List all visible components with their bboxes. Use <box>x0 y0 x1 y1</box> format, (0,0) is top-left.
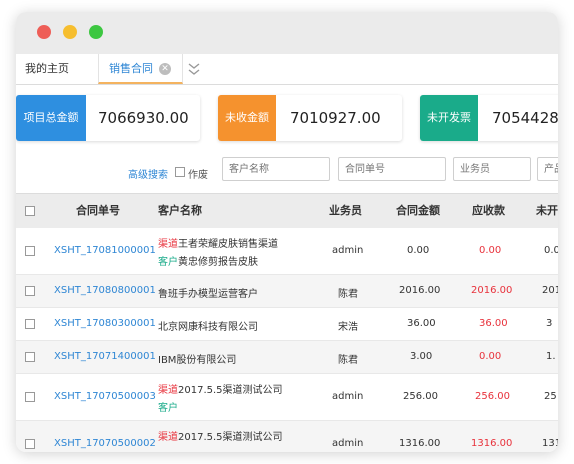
customer-line-2: 客户 <box>158 399 178 414</box>
amount-cell: 1316.00 <box>399 438 441 449</box>
stat-value: 7054428.0 <box>492 109 558 127</box>
receivable-cell: 0.00 <box>479 245 502 256</box>
amount-cell: 2016.00 <box>399 285 441 296</box>
stat-value: 7010927.00 <box>290 109 381 127</box>
title-bar <box>16 12 558 54</box>
contract-id-link[interactable]: XSHT_17070500003 <box>54 391 156 402</box>
receivable-cell: 0.00 <box>479 351 502 362</box>
table-row[interactable]: XSHT_17080300001 北京网康科技有限公司 宋浩 36.00 36.… <box>16 308 558 341</box>
channel-tag: 渠道 <box>158 385 178 396</box>
close-icon[interactable]: ✕ <box>159 63 171 75</box>
receivable-cell: 2016.00 <box>471 285 513 296</box>
contract-id-link[interactable]: XSHT_17080800001 <box>54 285 156 296</box>
table-row[interactable]: XSHT_17070500002 渠道2017.5.5渠道测试公司 admin … <box>16 421 558 452</box>
customer-name: 2017.5.5渠道测试公司 <box>178 432 283 443</box>
tab-sales-contract[interactable]: 销售合同 ✕ <box>98 54 183 84</box>
salesman-cell: admin <box>332 438 364 449</box>
column-header[interactable]: 业务员 <box>329 194 362 228</box>
receivable-cell: 256.00 <box>475 391 510 402</box>
customer-name: 黄忠修剪报告皮肤 <box>178 257 258 268</box>
channel-tag: 渠道 <box>158 239 178 250</box>
contract-id-link[interactable]: XSHT_17080300001 <box>54 318 156 329</box>
amount-cell: 0.00 <box>407 245 430 256</box>
advanced-search-link[interactable]: 高级搜索 <box>128 166 168 181</box>
stat-label: 未收金额 <box>218 95 276 141</box>
unbilled-cell: 201 <box>542 285 558 296</box>
customer-line-1: 渠道王者荣耀皮肤销售渠道 <box>158 235 278 250</box>
stat-card-uncollected: 未收金额 7010927.00 <box>218 95 402 141</box>
customer-line-1: 渠道2017.5.5渠道测试公司 <box>158 381 283 396</box>
customer-tag: 客户 <box>158 257 178 268</box>
contract-id-link[interactable]: XSHT_17081000001 <box>54 245 156 256</box>
filter-bar: 高级搜索 作废 <box>16 155 558 185</box>
table-header: 合同单号 客户名称 业务员 合同金额 应收款 未开 <box>16 193 558 228</box>
customer-name: 王者荣耀皮肤销售渠道 <box>178 239 278 250</box>
row-checkbox[interactable] <box>25 286 35 296</box>
summary-cards: 项目总金额 7066930.00 未收金额 7010927.00 未开发票 70… <box>16 95 558 141</box>
select-all-checkbox[interactable] <box>25 206 35 216</box>
contract-id-link[interactable]: XSHT_17070500002 <box>54 438 156 449</box>
row-checkbox[interactable] <box>25 439 35 449</box>
unbilled-cell: 0.0 <box>544 245 558 256</box>
table-row[interactable]: XSHT_17070500003 渠道2017.5.5渠道测试公司 客户 adm… <box>16 374 558 421</box>
customer-line-2: 客户黄忠修剪报告皮肤 <box>158 253 258 268</box>
tab-sales-contract-label: 销售合同 <box>109 62 153 75</box>
minimize-window-button[interactable] <box>63 25 77 39</box>
row-checkbox[interactable] <box>25 352 35 362</box>
column-header[interactable]: 合同金额 <box>396 194 440 228</box>
stat-label: 未开发票 <box>420 95 478 141</box>
contract-id-link[interactable]: XSHT_17071400001 <box>54 351 156 362</box>
table-row[interactable]: XSHT_17081000001 渠道王者荣耀皮肤销售渠道 客户黄忠修剪报告皮肤… <box>16 228 558 275</box>
row-checkbox[interactable] <box>25 392 35 402</box>
stat-card-total: 项目总金额 7066930.00 <box>16 95 200 141</box>
stat-value: 7066930.00 <box>98 109 189 127</box>
row-checkbox[interactable] <box>25 319 35 329</box>
row-checkbox[interactable] <box>25 246 35 256</box>
customer-name: IBM股份有限公司 <box>158 355 237 366</box>
close-window-button[interactable] <box>37 25 51 39</box>
stat-label: 项目总金额 <box>16 95 86 141</box>
salesman-cell: 陈君 <box>338 355 358 366</box>
salesman-cell: 宋浩 <box>338 322 358 333</box>
tab-bar: 我的主页 销售合同 ✕ <box>16 54 558 85</box>
invalid-checkbox[interactable] <box>175 167 185 177</box>
receivable-cell: 36.00 <box>479 318 508 329</box>
customer-name-input[interactable] <box>222 157 330 181</box>
customer-name: 2017.5.5渠道测试公司 <box>178 385 283 396</box>
customer-name: 北京网康科技有限公司 <box>158 322 258 333</box>
table-row[interactable]: XSHT_17071400001 IBM股份有限公司 陈君 3.00 0.00 … <box>16 341 558 374</box>
amount-cell: 3.00 <box>410 351 433 362</box>
unbilled-cell: 131 <box>542 438 558 449</box>
salesman-input[interactable] <box>453 157 531 181</box>
customer-name: 鲁班手办模型运营客户 <box>158 289 258 300</box>
column-header[interactable]: 客户名称 <box>158 194 202 228</box>
table-row[interactable]: XSHT_17080800001 鲁班手办模型运营客户 陈君 2016.00 2… <box>16 275 558 308</box>
column-header[interactable]: 应收款 <box>472 194 505 228</box>
chevron-double-down-icon[interactable] <box>186 60 202 78</box>
unbilled-cell: 1. <box>546 351 556 362</box>
tab-home[interactable]: 我的主页 <box>25 54 69 84</box>
amount-cell: 36.00 <box>407 318 436 329</box>
customer-tag: 客户 <box>158 403 178 414</box>
app-window: 我的主页 销售合同 ✕ 项目总金额 7066930.00 未收金额 701092… <box>16 12 558 452</box>
salesman-cell: admin <box>332 391 364 402</box>
receivable-cell: 1316.00 <box>471 438 513 449</box>
channel-tag: 渠道 <box>158 432 178 443</box>
salesman-cell: 陈君 <box>338 289 358 300</box>
customer-line-1: 渠道2017.5.5渠道测试公司 <box>158 428 283 443</box>
amount-cell: 256.00 <box>403 391 438 402</box>
column-header[interactable]: 合同单号 <box>76 194 120 228</box>
maximize-window-button[interactable] <box>89 25 103 39</box>
product-input[interactable] <box>537 157 558 181</box>
unbilled-cell: 3 <box>546 318 553 329</box>
unbilled-cell: 25 <box>544 391 557 402</box>
contract-number-input[interactable] <box>338 157 446 181</box>
salesman-cell: admin <box>332 245 364 256</box>
invalid-label: 作废 <box>188 170 208 181</box>
column-header[interactable]: 未开 <box>536 194 558 228</box>
stat-card-unbilled: 未开发票 7054428.0 <box>420 95 558 141</box>
